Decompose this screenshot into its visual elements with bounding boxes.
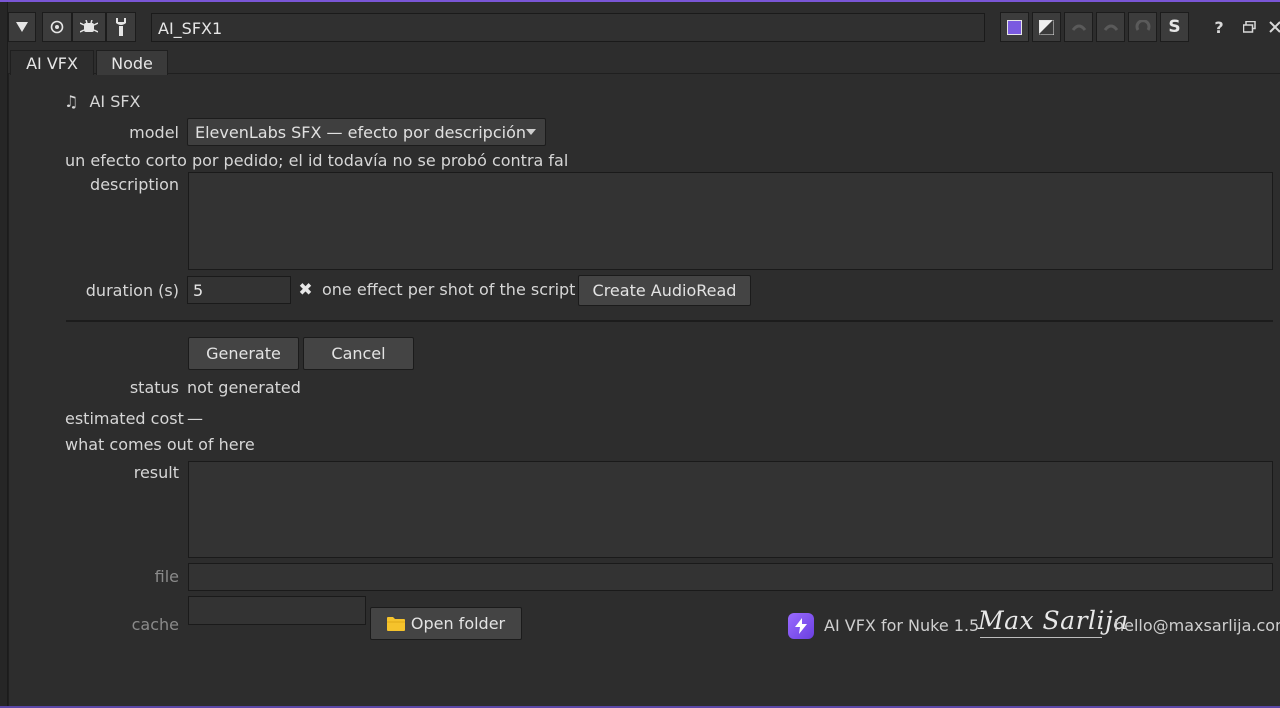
settings-wrench-button[interactable] <box>106 12 136 42</box>
duration-label: duration (s) <box>85 281 179 300</box>
ai-vfx-logo-icon <box>788 613 814 639</box>
gl-color-button[interactable] <box>1032 12 1061 42</box>
model-label: model <box>129 123 179 142</box>
node-name-field[interactable]: AI_SFX1 <box>151 13 985 42</box>
result-textarea[interactable] <box>188 461 1273 558</box>
redo-icon <box>1103 24 1118 31</box>
open-folder-label: Open folder <box>410 614 506 633</box>
panel-left-edge <box>0 2 8 706</box>
estimated-cost-label: estimated cost <box>65 409 184 428</box>
target-icon <box>50 20 64 34</box>
model-note: un efecto corto por pedido; el id todaví… <box>65 151 569 170</box>
signature-underline <box>980 637 1102 638</box>
output-heading: what comes out of here <box>65 435 255 454</box>
result-label: result <box>133 463 179 482</box>
float-window-icon[interactable] <box>1236 14 1262 40</box>
file-input[interactable] <box>188 563 1273 591</box>
folder-icon <box>386 617 405 631</box>
section-header: ♫ AI SFX <box>64 92 141 111</box>
model-selected-value: ElevenLabs SFX — efecto por descripción <box>195 123 526 142</box>
description-label: description <box>90 175 179 194</box>
close-icon[interactable] <box>1262 14 1280 40</box>
s-icon: S <box>1168 17 1181 37</box>
status-value: not generated <box>187 378 301 397</box>
status-label: status <box>129 378 179 397</box>
bug-icon <box>80 20 98 33</box>
cache-label: cache <box>131 615 179 634</box>
author-email-link[interactable]: hello@maxsarlija.com <box>1114 616 1280 635</box>
tab-node[interactable]: Node <box>96 50 168 75</box>
script-button[interactable]: S <box>1160 12 1189 42</box>
section-title: AI SFX <box>89 92 141 111</box>
revert-icon <box>1135 20 1150 31</box>
cache-input[interactable] <box>188 596 366 625</box>
model-dropdown[interactable]: ElevenLabs SFX — efecto por descripción <box>187 118 546 146</box>
window-top-accent <box>0 0 1280 2</box>
author-signature: Max Sarlija <box>978 606 1129 635</box>
collapse-button[interactable] <box>8 12 36 42</box>
per-shot-checkbox[interactable]: ✖ <box>297 279 314 300</box>
create-audioread-button[interactable]: Create AudioRead <box>578 275 751 306</box>
music-note-icon: ♫ <box>64 92 79 111</box>
undo-icon <box>1071 24 1086 31</box>
checkmark-x-icon: ✖ <box>298 279 313 300</box>
bug-button[interactable] <box>72 12 106 42</box>
wrench-icon <box>116 18 126 36</box>
file-label: file <box>154 567 179 586</box>
generate-button[interactable]: Generate <box>188 337 299 370</box>
node-color-button[interactable] <box>1000 12 1029 42</box>
cancel-button[interactable]: Cancel <box>303 337 414 370</box>
redo-button[interactable] <box>1096 12 1125 42</box>
color-swatch-icon <box>1007 19 1022 35</box>
center-node-button[interactable] <box>42 12 72 42</box>
undo-button[interactable] <box>1064 12 1093 42</box>
per-shot-label: one effect per shot of the script <box>322 280 576 299</box>
estimated-cost-value: — <box>187 409 203 428</box>
description-textarea[interactable] <box>188 172 1273 270</box>
half-swatch-icon <box>1039 19 1054 35</box>
help-icon[interactable]: ? <box>1206 14 1232 40</box>
triangle-down-icon <box>16 22 28 32</box>
product-version: AI VFX for Nuke 1.5 <box>824 616 980 635</box>
duration-input[interactable]: 5 <box>187 276 291 304</box>
lightning-bolt-icon <box>795 618 807 634</box>
tab-ai-vfx[interactable]: AI VFX <box>10 50 94 75</box>
revert-button[interactable] <box>1128 12 1157 42</box>
section-divider <box>66 320 1273 322</box>
open-folder-button[interactable]: Open folder <box>370 607 522 640</box>
chevron-down-icon <box>526 129 536 135</box>
